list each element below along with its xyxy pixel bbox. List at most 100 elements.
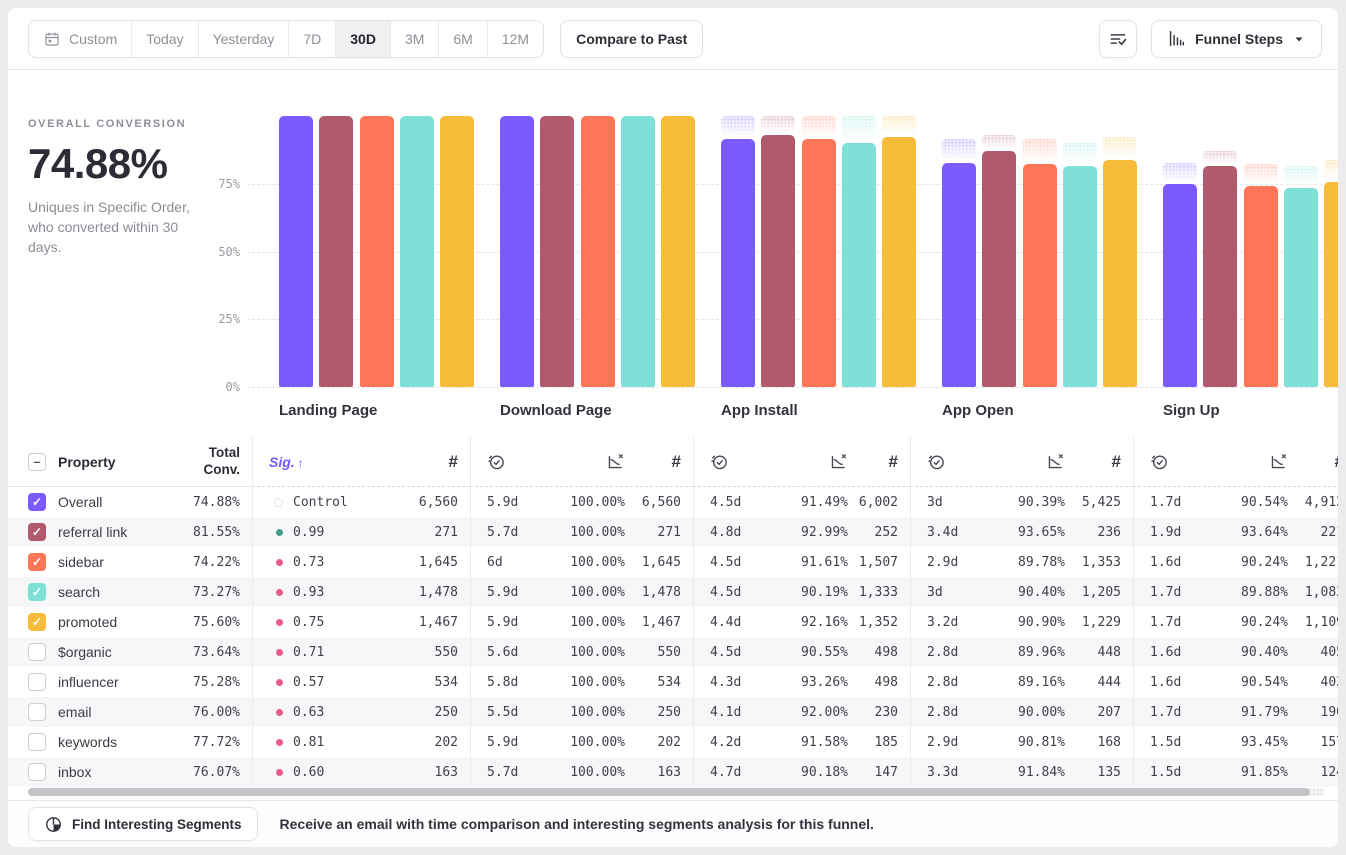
step-count: 230 — [848, 705, 898, 720]
step-count: 163 — [625, 765, 681, 780]
funnel-bar[interactable] — [540, 116, 574, 387]
date-range-12m[interactable]: 12M — [487, 21, 543, 57]
row-checkbox[interactable]: ✓ — [28, 583, 46, 601]
summary-value: 74.88% — [28, 140, 228, 188]
cell-group-step-5: 1.7d90.54%4,912 — [1133, 487, 1338, 517]
significance-value: 0.93 — [293, 585, 324, 600]
toolbar: CustomTodayYesterday7D30D3M6M12M Compare… — [8, 8, 1338, 70]
funnel-bar[interactable] — [400, 116, 434, 387]
time-to-convert-value: 4.5d — [710, 555, 762, 570]
conversion-rate-value: 91.58% — [762, 735, 848, 750]
funnel-bar[interactable] — [1063, 166, 1097, 387]
date-range-today[interactable]: Today — [131, 21, 197, 57]
time-to-convert-value: 1.7d — [1150, 615, 1202, 630]
funnel-bar[interactable] — [1203, 166, 1237, 387]
cell-group-step-2: 5.9d100.00%1,467 — [470, 607, 693, 637]
funnel-bar[interactable] — [581, 116, 615, 387]
funnel-bar[interactable] — [500, 116, 534, 387]
header-group-step-3: # — [693, 437, 910, 487]
time-to-convert-value: 4.4d — [710, 615, 762, 630]
chevron-down-icon — [1292, 32, 1306, 46]
filter-button[interactable] — [1099, 20, 1137, 58]
funnel-bar[interactable] — [319, 116, 353, 387]
pie-segment-icon — [44, 815, 63, 834]
row-checkbox[interactable] — [28, 703, 46, 721]
cell-group-step-5: 1.6d90.24%1,221 — [1133, 547, 1338, 577]
find-interesting-segments-button[interactable]: Find Interesting Segments — [28, 807, 258, 841]
row-checkbox[interactable]: ✓ — [28, 493, 46, 511]
significance-value: 0.75 — [293, 615, 324, 630]
cell-group-step-5: 1.5d93.45%157 — [1133, 727, 1338, 757]
conversion-rate-value: 93.45% — [1202, 735, 1288, 750]
time-to-convert-value: 1.6d — [1150, 555, 1202, 570]
y-axis-tick: 0% — [202, 380, 240, 394]
conversion-rate-value: 90.81% — [979, 735, 1065, 750]
row-checkbox[interactable] — [28, 733, 46, 751]
cell-group-step-3: 4.5d91.49%6,002 — [693, 487, 910, 517]
funnel-bar[interactable] — [1244, 186, 1278, 387]
conversion-rate-value: 89.16% — [979, 675, 1065, 690]
compare-to-past-button[interactable]: Compare to Past — [560, 20, 703, 58]
date-range-7d[interactable]: 7D — [288, 21, 335, 57]
funnel-bar[interactable] — [661, 116, 695, 387]
cell-group-step-5: 1.6d90.40%405 — [1133, 637, 1338, 667]
row-checkbox[interactable] — [28, 763, 46, 781]
funnel-bar[interactable] — [360, 116, 394, 387]
cell-group-step-3: 4.7d90.18%147 — [693, 757, 910, 787]
horizontal-scrollbar[interactable] — [28, 788, 1324, 796]
date-range-yesterday[interactable]: Yesterday — [198, 21, 289, 57]
cell-group-step-3: 4.1d92.00%230 — [693, 697, 910, 727]
conversion-rate-value: 100.00% — [539, 585, 625, 600]
significance-value: 0.63 — [293, 705, 324, 720]
funnel-bar[interactable] — [721, 139, 755, 387]
funnel-bar[interactable] — [761, 135, 795, 387]
funnel-bar[interactable] — [1163, 184, 1197, 387]
funnel-bar[interactable] — [1284, 188, 1318, 387]
funnel-steps-dropdown[interactable]: Funnel Steps — [1151, 20, 1322, 58]
funnel-bar[interactable] — [279, 116, 313, 387]
funnel-bar[interactable] — [882, 137, 916, 387]
step-count: 5,425 — [1065, 495, 1121, 510]
funnel-bar[interactable] — [1103, 160, 1137, 387]
conversion-rate-value: 90.18% — [762, 765, 848, 780]
y-axis-tick: 25% — [202, 312, 240, 326]
step-count: 1,645 — [324, 555, 458, 570]
row-checkbox[interactable] — [28, 643, 46, 661]
funnel-bar[interactable] — [942, 163, 976, 387]
funnel-bar[interactable] — [621, 116, 655, 387]
drop-off-cap — [1103, 137, 1137, 157]
conversion-rate-icon — [539, 452, 625, 471]
row-checkbox[interactable]: ✓ — [28, 553, 46, 571]
cell-group-landing-page: 0.60163 — [252, 757, 470, 787]
funnel-bar[interactable] — [842, 143, 876, 387]
table-row-Overall: ✓Overall74.88%Control6,5605.9d100.00%6,5… — [8, 487, 1338, 517]
step-count: 1,467 — [324, 615, 458, 630]
date-range-6m[interactable]: 6M — [438, 21, 486, 57]
scrollbar-thumb[interactable] — [28, 788, 1310, 796]
date-range-30d[interactable]: 30D — [335, 21, 390, 57]
row-checkbox[interactable]: ✓ — [28, 613, 46, 631]
date-range-3m[interactable]: 3M — [390, 21, 438, 57]
funnel-bar[interactable] — [1324, 182, 1338, 387]
time-to-convert-value: 4.1d — [710, 705, 762, 720]
row-checkbox[interactable] — [28, 673, 46, 691]
select-all-checkbox[interactable]: – — [28, 453, 46, 471]
funnel-bar[interactable] — [802, 139, 836, 387]
step-count: 1,205 — [1065, 585, 1121, 600]
conversion-rate-value: 91.61% — [762, 555, 848, 570]
funnel-bar[interactable] — [982, 151, 1016, 387]
row-checkbox[interactable]: ✓ — [28, 523, 46, 541]
funnel-bar[interactable] — [1023, 164, 1057, 387]
date-range-custom[interactable]: Custom — [29, 21, 131, 57]
header-group-step-2: # — [470, 437, 693, 487]
significance-dot — [276, 679, 283, 686]
property-cell: ✓search73.27% — [8, 577, 252, 607]
time-to-convert-value: 1.5d — [1150, 735, 1202, 750]
funnel-bar[interactable] — [440, 116, 474, 387]
time-to-convert-value: 5.9d — [487, 615, 539, 630]
time-to-convert-value: 5.7d — [487, 765, 539, 780]
step-count: 1,467 — [625, 615, 681, 630]
sig-sort-header[interactable]: Sig.↑ — [269, 454, 304, 470]
drop-off-cap — [882, 116, 916, 134]
conversion-rate-value: 100.00% — [539, 675, 625, 690]
